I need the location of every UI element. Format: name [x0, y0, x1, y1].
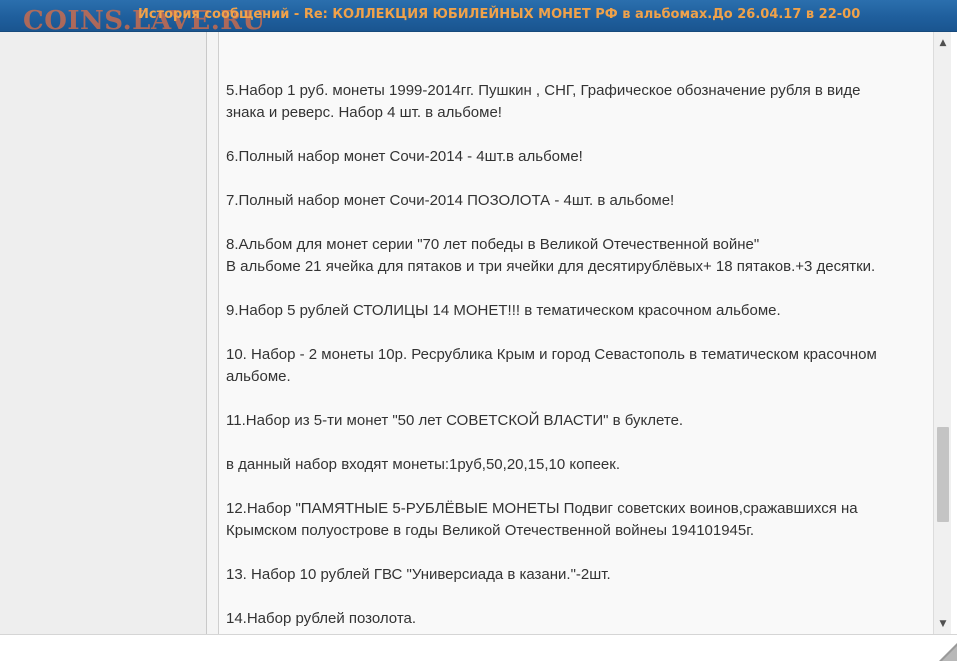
- message-line: В альбоме 21 ячейка для пятаков и три яч…: [226, 258, 876, 275]
- message-item: 10. Набор - 2 монеты 10р. Ресрублика Кры…: [226, 344, 926, 388]
- panel-divider: [207, 32, 219, 634]
- window-title: История сообщений - Re: КОЛЛЕКЦИЯ ЮБИЛЕЙ…: [138, 7, 861, 22]
- message-line: 10. Набор - 2 монеты 10р. Ресрублика Кры…: [226, 346, 877, 363]
- message-item: 12.Набор "ПАМЯТНЫЕ 5-РУБЛЁВЫЕ МОНЕТЫ Под…: [226, 498, 926, 542]
- message-line: Крымском полуострове в годы Великой Отеч…: [226, 522, 755, 539]
- message-line: 9.Набор 5 рублей СТОЛИЦЫ 14 МОНЕТ!!! в т…: [226, 302, 781, 319]
- message-line: 6.Полный набор монет Сочи-2014 - 4шт.в а…: [226, 148, 583, 165]
- message-line: в данный набор входят монеты:1руб,50,20,…: [226, 456, 620, 473]
- status-bar: [0, 634, 957, 662]
- message-item: 14.Набор рублей позолота.: [226, 608, 926, 630]
- message-line: альбоме.: [226, 368, 291, 385]
- resize-grip-icon[interactable]: [935, 643, 957, 661]
- message-item: 7.Полный набор монет Сочи-2014 ПОЗОЛОТА …: [226, 190, 926, 212]
- message-line: 12.Набор "ПАМЯТНЫЕ 5-РУБЛЁВЫЕ МОНЕТЫ Под…: [226, 500, 858, 517]
- message-item: 13. Набор 10 рублей ГВС "Универсиада в к…: [226, 564, 926, 586]
- message-line: 8.Альбом для монет серии "70 лет победы …: [226, 236, 760, 253]
- message-list: 5.Набор 1 руб. монеты 1999-2014гг. Пушки…: [226, 80, 926, 634]
- message-line: 5.Набор 1 руб. монеты 1999-2014гг. Пушки…: [226, 82, 861, 99]
- vertical-scrollbar[interactable]: ▲ ▼: [933, 32, 952, 634]
- message-history-pane[interactable]: 5.Набор 1 руб. монеты 1999-2014гг. Пушки…: [219, 32, 933, 634]
- left-panel: [0, 32, 207, 634]
- message-item: в данный набор входят монеты:1руб,50,20,…: [226, 454, 926, 476]
- message-line: знака и реверс. Набор 4 шт. в альбоме!: [226, 104, 502, 121]
- message-line: 11.Набор из 5-ти монет "50 лет СОВЕТСКОЙ…: [226, 412, 684, 429]
- message-line: 7.Полный набор монет Сочи-2014 ПОЗОЛОТА …: [226, 192, 675, 209]
- message-item: 11.Набор из 5-ти монет "50 лет СОВЕТСКОЙ…: [226, 410, 926, 432]
- arrow-up-icon[interactable]: ▲: [934, 35, 952, 51]
- window-edge: [951, 32, 957, 634]
- message-item: 8.Альбом для монет серии "70 лет победы …: [226, 234, 926, 278]
- message-item: 6.Полный набор монет Сочи-2014 - 4шт.в а…: [226, 146, 926, 168]
- arrow-down-icon[interactable]: ▼: [934, 616, 952, 632]
- scroll-thumb[interactable]: [937, 427, 949, 522]
- message-line: 14.Набор рублей позолота.: [226, 610, 417, 627]
- message-line: 13. Набор 10 рублей ГВС "Универсиада в к…: [226, 566, 611, 583]
- message-item: 5.Набор 1 руб. монеты 1999-2014гг. Пушки…: [226, 80, 926, 124]
- title-bar: COINS.LAVE.RU История сообщений - Re: КО…: [0, 0, 957, 36]
- message-item: 9.Набор 5 рублей СТОЛИЦЫ 14 МОНЕТ!!! в т…: [226, 300, 926, 322]
